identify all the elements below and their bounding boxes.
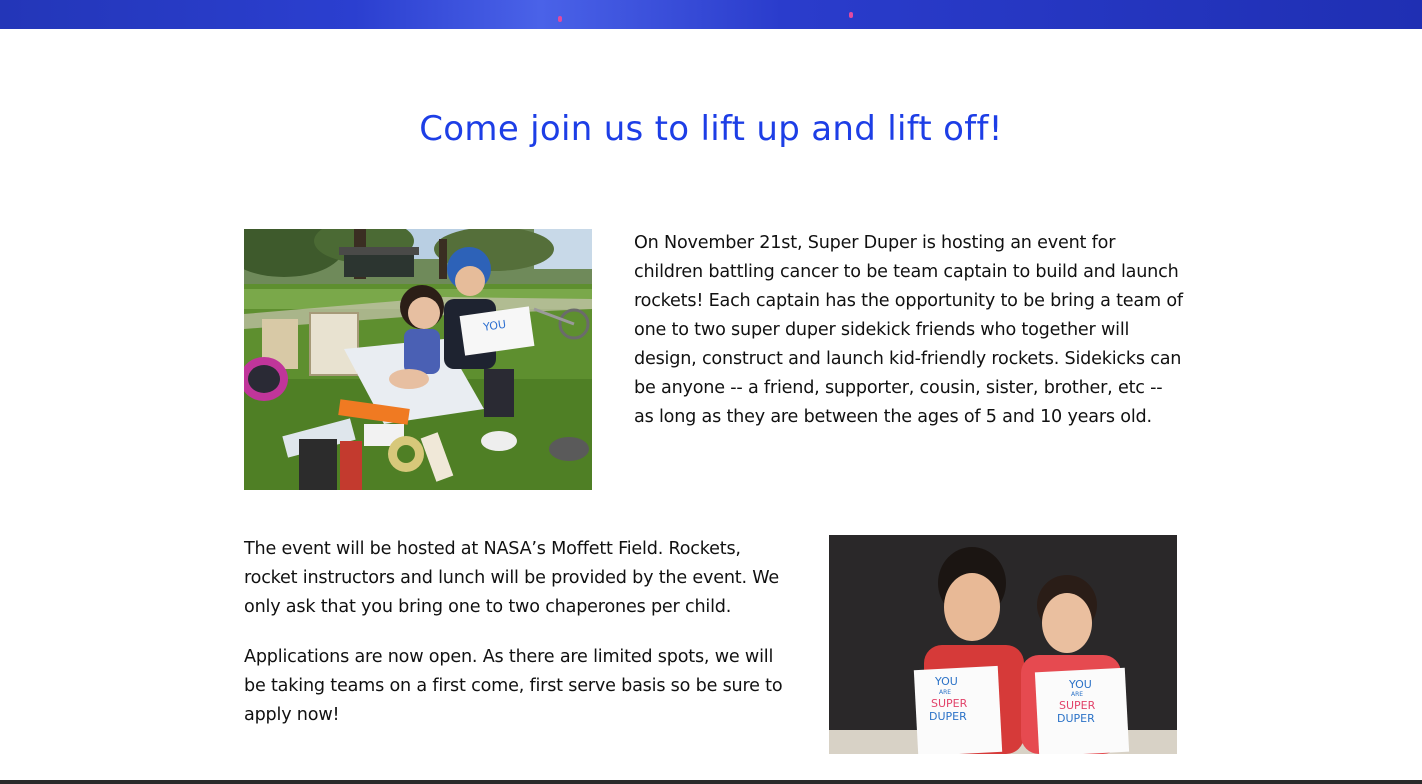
banner-sparkle (849, 12, 853, 18)
bottom-edge (0, 780, 1422, 784)
kids-sign-left-line4: DUPER (929, 710, 967, 723)
picnic-photo: YOU (244, 229, 592, 490)
banner-sparkle (558, 16, 562, 22)
applications-paragraph: Applications are now open. As there are … (244, 647, 783, 725)
kids-photo-illustration: YOU ARE SUPER DUPER YOU ARE SUPER DUPER (829, 535, 1177, 754)
kids-sign-right-line2: ARE (1071, 691, 1083, 698)
kids-sign-left-line3: SUPER (931, 697, 968, 710)
page-headline: Come join us to lift up and lift off! (419, 109, 1003, 149)
kids-with-signs-photo: YOU ARE SUPER DUPER YOU ARE SUPER DUPER (829, 535, 1177, 754)
kids-sign-left-line1: YOU (934, 675, 958, 688)
event-intro-paragraph: On November 21st, Super Duper is hosting… (634, 233, 1183, 427)
event-intro-text: On November 21st, Super Duper is hosting… (634, 229, 1184, 432)
kids-sign-right-line1: YOU (1068, 678, 1092, 691)
top-banner (0, 0, 1422, 29)
event-details-text: The event will be hosted at NASA’s Moffe… (244, 535, 784, 730)
picnic-photo-illustration: YOU (244, 229, 592, 490)
kids-sign-right-line3: SUPER (1059, 699, 1096, 712)
kids-sign-right-line4: DUPER (1057, 712, 1095, 725)
venue-paragraph: The event will be hosted at NASA’s Moffe… (244, 539, 780, 617)
kids-sign-left-line2: ARE (939, 689, 951, 696)
